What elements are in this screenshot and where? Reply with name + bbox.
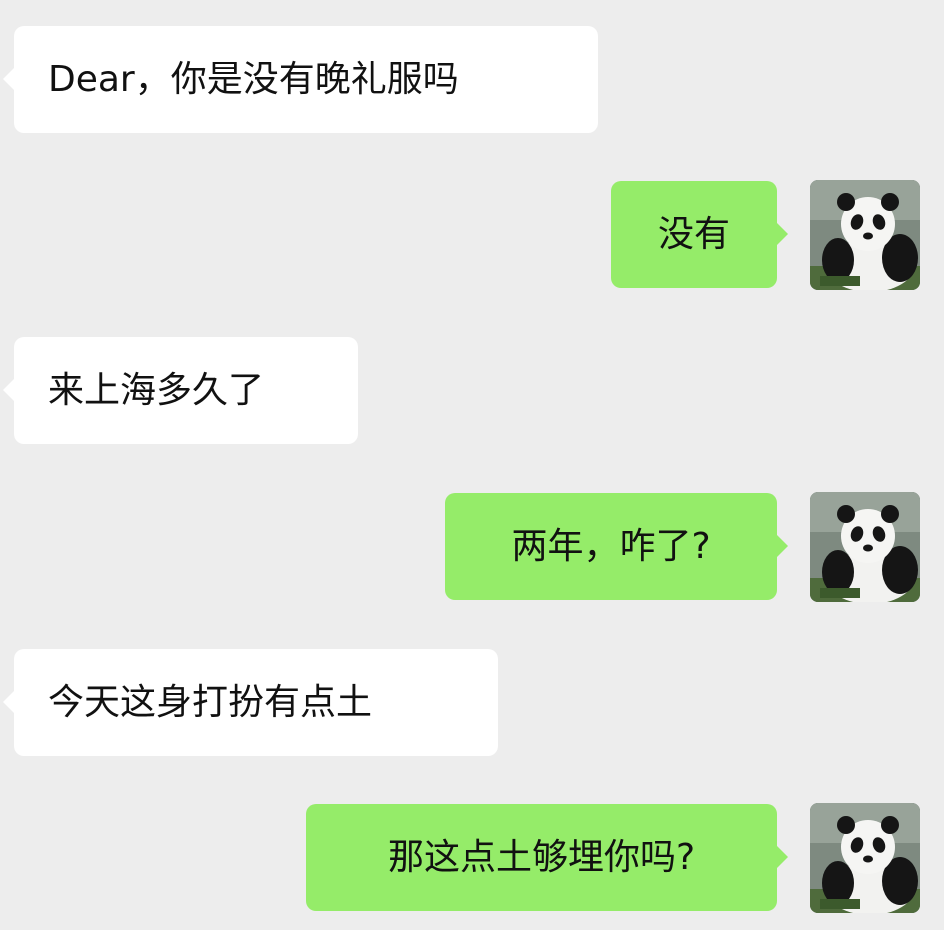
message-text: 来上海多久了 <box>48 369 265 411</box>
message-text: Dear，你是没有晚礼服吗 <box>48 58 459 100</box>
panda-icon <box>810 803 920 913</box>
incoming-message-bubble[interactable]: 来上海多久了 <box>3 337 358 444</box>
bubble-tail <box>776 845 788 869</box>
panda-avatar[interactable] <box>810 492 920 602</box>
panda-icon <box>810 180 920 290</box>
incoming-message-bubble[interactable]: Dear，你是没有晚礼服吗 <box>3 26 598 133</box>
panda-avatar[interactable] <box>810 180 920 290</box>
chat-view: Dear，你是没有晚礼服吗 没有 来上海多久了 两年，咋了? 今天这身打扮有点土… <box>0 0 944 930</box>
message-text: 两年，咋了? <box>511 525 711 567</box>
incoming-message-bubble[interactable]: 今天这身打扮有点土 <box>3 649 498 756</box>
message-text: 没有 <box>657 213 730 255</box>
panda-icon <box>810 492 920 602</box>
outgoing-message-bubble[interactable]: 那这点土够埋你吗? <box>306 804 788 911</box>
bubble-tail <box>776 222 788 246</box>
outgoing-message-bubble[interactable]: 没有 <box>611 181 788 288</box>
message-text: 今天这身打扮有点土 <box>48 681 373 723</box>
bubble-tail <box>3 690 15 714</box>
outgoing-message-bubble[interactable]: 两年，咋了? <box>445 493 788 600</box>
bubble-tail <box>3 67 15 91</box>
bubble-tail <box>776 534 788 558</box>
message-text: 那这点土够埋你吗? <box>387 836 696 878</box>
panda-avatar[interactable] <box>810 803 920 913</box>
bubble-tail <box>3 378 15 402</box>
